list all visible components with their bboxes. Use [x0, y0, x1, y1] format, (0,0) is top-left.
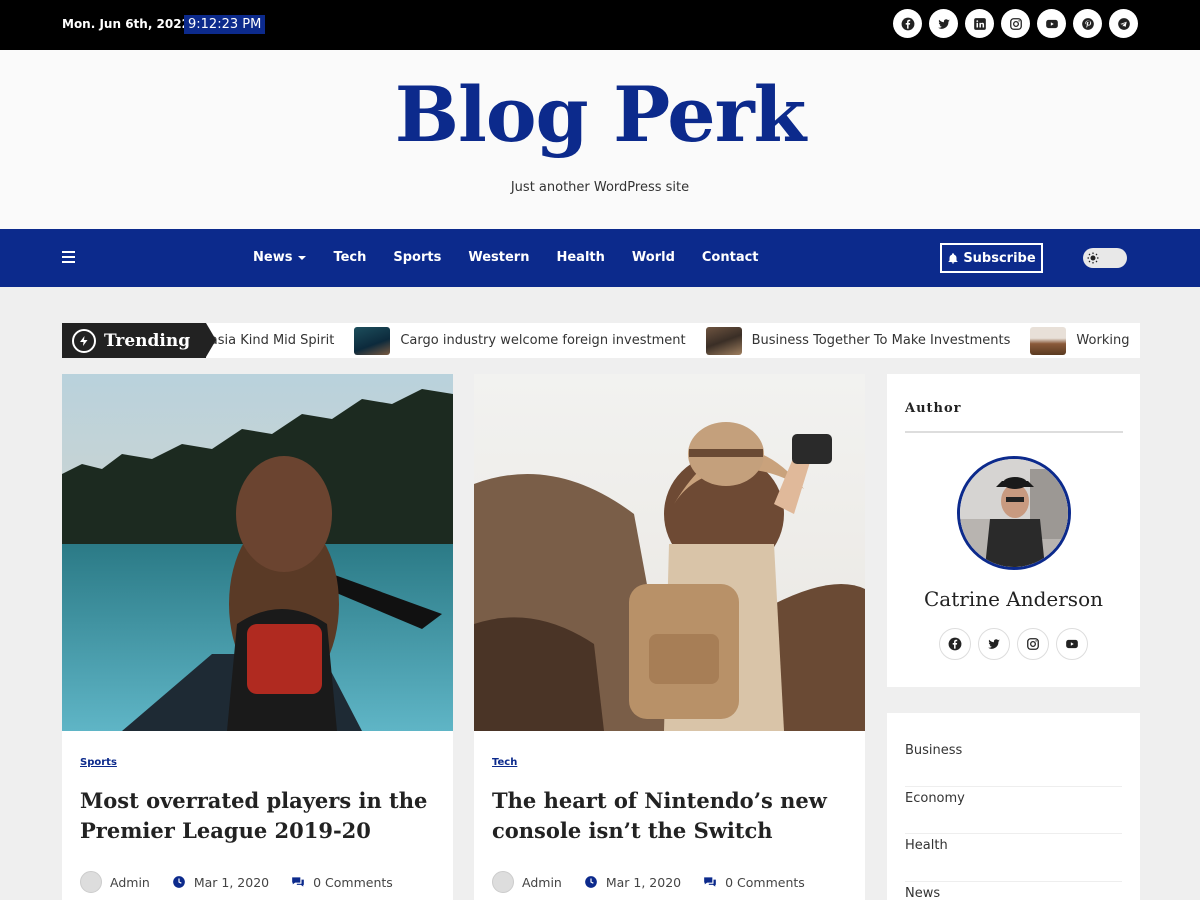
- sun-icon: [1087, 252, 1099, 264]
- site-tagline: Just another WordPress site: [510, 180, 690, 195]
- post-title[interactable]: The heart of Nintendo’s new console isn’…: [492, 786, 852, 846]
- post-comments[interactable]: 0 Comments: [313, 875, 393, 890]
- instagram-icon[interactable]: [1017, 628, 1049, 660]
- post-category[interactable]: Sports: [80, 757, 117, 768]
- instagram-icon[interactable]: [1001, 9, 1030, 38]
- author-widget: Author Catrine Anderson: [887, 374, 1140, 687]
- linkedin-icon[interactable]: [965, 9, 994, 38]
- facebook-icon[interactable]: [939, 628, 971, 660]
- widget-title: Author: [905, 401, 962, 416]
- youtube-icon[interactable]: [1037, 9, 1066, 38]
- current-date: Mon. Jun 6th, 2022: [62, 17, 190, 31]
- author-social-links: [939, 628, 1088, 660]
- hamburger-menu-icon[interactable]: [62, 251, 75, 263]
- clock-icon: [173, 876, 185, 888]
- clock-icon: [585, 876, 597, 888]
- trending-item-title: Working: [1076, 333, 1130, 348]
- category-link[interactable]: Economy: [905, 787, 1122, 834]
- nav-item-label: News: [253, 250, 293, 265]
- post-card: Tech The heart of Nintendo’s new console…: [474, 374, 865, 900]
- facebook-icon[interactable]: [893, 9, 922, 38]
- bell-icon: [948, 252, 958, 263]
- trending-thumbnail: [354, 326, 391, 355]
- nav-menu: News Tech Sports Western Health World Co…: [253, 250, 759, 265]
- post-card: Sports Most overrated players in the Pre…: [62, 374, 453, 900]
- trending-item-title: l asia Kind Mid Spirit: [202, 333, 335, 348]
- divider: [905, 431, 1123, 433]
- twitter-icon[interactable]: [929, 9, 958, 38]
- trending-item-title: Business Together To Make Investments: [751, 333, 1011, 348]
- post-author[interactable]: Admin: [110, 875, 150, 890]
- twitter-icon[interactable]: [978, 628, 1010, 660]
- trending-label-text: Trending: [104, 330, 191, 351]
- avatar[interactable]: [492, 871, 514, 893]
- nav-item-western[interactable]: Western: [468, 250, 529, 265]
- trending-item-title: Cargo industry welcome foreign investmen…: [400, 333, 686, 348]
- post-title[interactable]: Most overrated players in the Premier Le…: [80, 786, 440, 846]
- current-time: 9:12:23 PM: [184, 15, 266, 34]
- avatar[interactable]: [80, 871, 102, 893]
- telegram-icon[interactable]: [1109, 9, 1138, 38]
- top-social-links: [893, 9, 1138, 38]
- site-header: Blog Perk Just another WordPress site: [0, 50, 1200, 229]
- subscribe-label: Subscribe: [963, 250, 1036, 266]
- post-category[interactable]: Tech: [492, 757, 517, 768]
- author-name[interactable]: Catrine Anderson: [887, 587, 1140, 611]
- post-meta: Admin Mar 1, 2020 0 Comments: [80, 871, 393, 893]
- caret-down-icon: [298, 255, 307, 260]
- site-title[interactable]: Blog Perk: [0, 70, 1200, 159]
- trending-item[interactable]: l asia Kind Mid Spirit: [202, 333, 334, 348]
- category-link[interactable]: News: [905, 882, 1122, 900]
- categories-widget: Business Economy Health News: [887, 713, 1140, 900]
- post-author[interactable]: Admin: [522, 875, 562, 890]
- category-link[interactable]: Health: [905, 834, 1122, 882]
- category-link[interactable]: Business: [905, 739, 1122, 787]
- bolt-icon: [72, 328, 96, 353]
- nav-item-sports[interactable]: Sports: [393, 250, 441, 265]
- trending-items: l asia Kind Mid Spirit Cargo industry we…: [202, 323, 1140, 358]
- nav-item-tech[interactable]: Tech: [333, 250, 366, 265]
- post-comments[interactable]: 0 Comments: [725, 875, 805, 890]
- top-bar: Mon. Jun 6th, 2022 9:12:23 PM: [0, 0, 1200, 50]
- trending-thumbnail: [1030, 326, 1067, 355]
- post-thumbnail[interactable]: [62, 374, 453, 731]
- comments-icon: [704, 877, 716, 887]
- nav-item-contact[interactable]: Contact: [702, 250, 759, 265]
- subscribe-button[interactable]: Subscribe: [940, 243, 1043, 273]
- trending-item[interactable]: Working: [1030, 326, 1130, 355]
- nav-item-health[interactable]: Health: [556, 250, 604, 265]
- author-avatar: [957, 456, 1071, 570]
- youtube-icon[interactable]: [1056, 628, 1088, 660]
- post-meta: Admin Mar 1, 2020 0 Comments: [492, 871, 805, 893]
- trending-item[interactable]: Cargo industry welcome foreign investmen…: [354, 326, 686, 355]
- post-thumbnail[interactable]: [474, 374, 865, 731]
- post-date[interactable]: Mar 1, 2020: [194, 875, 269, 890]
- post-date[interactable]: Mar 1, 2020: [606, 875, 681, 890]
- nav-item-news[interactable]: News: [253, 250, 307, 265]
- trending-thumbnail: [705, 326, 742, 355]
- pinterest-icon[interactable]: [1073, 9, 1102, 38]
- nav-item-world[interactable]: World: [632, 250, 675, 265]
- trending-ticker: Trending l asia Kind Mid Spirit Cargo in…: [62, 323, 1140, 358]
- dark-mode-toggle[interactable]: [1083, 248, 1127, 268]
- trending-label: Trending: [62, 323, 216, 358]
- trending-item[interactable]: Business Together To Make Investments: [705, 326, 1011, 355]
- main-navigation: News Tech Sports Western Health World Co…: [0, 229, 1200, 287]
- comments-icon: [292, 877, 304, 887]
